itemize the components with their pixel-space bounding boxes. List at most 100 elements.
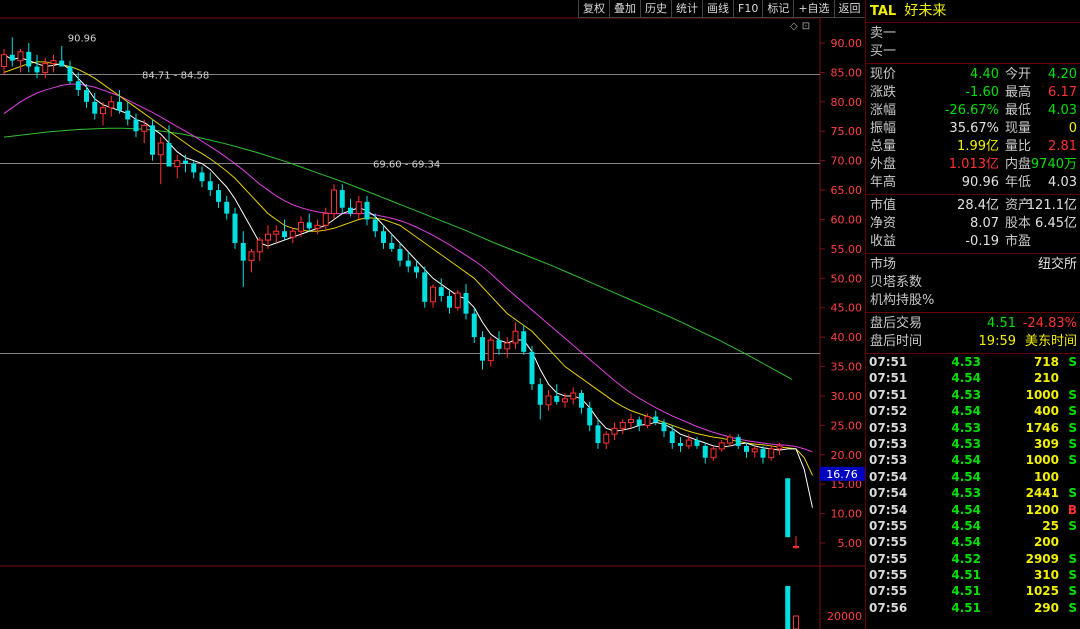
quote-row: 外盘 1.013亿 内盘 9740万 [866, 156, 1080, 174]
toolbar-overlay-button[interactable]: 叠加 [609, 0, 640, 18]
afterhours-label: 盘后交易 [870, 316, 923, 331]
candle-body [405, 260, 411, 267]
quote-label: 涨幅 [870, 103, 897, 118]
toolbar-history-button[interactable]: 历史 [640, 0, 671, 18]
chart-canvas[interactable]: 90.00 85.00 80.00 75.00 70.00 65.00 60.00 55.00… [0, 0, 865, 629]
diamond-icon[interactable]: ◇ [790, 21, 798, 32]
tick-row: 07:54 4.54 100 [866, 469, 1080, 485]
tick-side: S [1068, 355, 1077, 369]
candle-body [636, 419, 642, 426]
y-tick-label: 45.00 [831, 302, 863, 315]
fund-value: -0.19 [965, 234, 999, 249]
tick-volume: 2909 [1025, 551, 1059, 566]
candle-body [768, 448, 775, 459]
candle-body [562, 398, 568, 403]
candle-body [702, 445, 708, 458]
candlestick-chart[interactable]: 90.00 85.00 80.00 75.00 70.00 65.00 60.00 55.00… [0, 0, 865, 629]
tick-volume: 310 [1033, 568, 1059, 583]
afterhours-price: 4.51 [987, 316, 1016, 331]
tick-row: 07:54 4.54 1200 B [866, 502, 1080, 518]
tick-volume: 718 [1033, 355, 1059, 369]
expand-icon[interactable]: ⊡ [802, 21, 810, 32]
tick-row: 07:52 4.54 400 S [866, 403, 1080, 419]
tick-list[interactable]: 07:51 4.53 718 S 07:51 4.54 210 07:51 4.53 1000 S 0… [866, 354, 1080, 616]
y-tick-label: 70.00 [831, 155, 863, 168]
candle-body [273, 230, 280, 235]
toolbar-add-watchlist-button[interactable]: +自选 [793, 0, 834, 18]
tick-side: S [1068, 387, 1077, 402]
candle-body [248, 251, 255, 262]
quote-row: 涨幅 -26.67% 最低 4.03 [866, 102, 1080, 120]
toolbar-mark-button[interactable]: 标记 [762, 0, 794, 18]
candle-body [603, 433, 610, 444]
market-section: 市场 纽交所 贝塔系数 机构持股% [866, 254, 1080, 313]
tick-volume: 1000 [1025, 453, 1059, 468]
quote-label: 现价 [870, 67, 897, 82]
toolbar-f10-button[interactable]: F10 [733, 0, 763, 18]
fund-label: 市盈 [1005, 234, 1032, 249]
candle-body [166, 143, 172, 167]
fundamental-row: 市值 28.4亿 资产 121.1亿 [866, 197, 1080, 215]
y-tick-label: 65.00 [831, 184, 863, 197]
fund-value: 121.1亿 [1026, 198, 1077, 213]
fundamental-row: 净资 8.07 股本 6.45亿 [866, 215, 1080, 233]
toolbar-restore-rights-button[interactable]: 复权 [578, 0, 609, 18]
y-tick-label: 20.00 [831, 449, 863, 462]
tick-volume: 210 [1033, 371, 1059, 386]
tick-price: 4.53 [951, 486, 981, 501]
candle-body [718, 442, 725, 450]
tick-time: 07:51 [869, 371, 908, 386]
tick-side: S [1068, 600, 1077, 615]
toolbar-back-button[interactable]: 返回 [833, 0, 865, 18]
candle-body [9, 54, 15, 61]
toolbar-stats-button[interactable]: 统计 [671, 0, 702, 18]
tick-volume: 200 [1033, 535, 1059, 550]
candle-body [216, 190, 221, 202]
candle-body [75, 81, 81, 91]
candle-body [232, 213, 238, 243]
volume-bar [785, 586, 791, 629]
candle-body [92, 101, 98, 114]
candle-body [628, 418, 634, 423]
afterhours-pct: -24.83% [1022, 316, 1077, 331]
candle-body [224, 201, 230, 214]
tick-side: S [1068, 436, 1077, 451]
candle-body [364, 201, 370, 220]
tick-time: 07:55 [869, 551, 908, 566]
beta-label: 贝塔系数 [870, 275, 923, 290]
candle-body [537, 384, 543, 405]
quote-row: 年高 90.96 年低 4.03 [866, 174, 1080, 192]
tick-price: 4.51 [951, 568, 981, 583]
tick-row: 07:53 4.53 309 S [866, 436, 1080, 452]
tick-side: S [1068, 568, 1077, 583]
candle-body [1, 54, 7, 68]
candle-body [545, 395, 552, 406]
tick-price: 4.54 [951, 518, 981, 533]
candle-body [669, 431, 675, 443]
candle-body [339, 190, 345, 208]
fundamentals-section: 市值 28.4亿 资产 121.1亿 净资 8.07 股本 6.45亿 收益 -0.19 市盈 [866, 195, 1080, 254]
candle-body [306, 222, 312, 229]
buy1-label: 买一 [870, 44, 897, 59]
candle-body [348, 207, 353, 214]
quote-value: 1.013亿 [948, 157, 999, 172]
y-tick-label: 5.00 [838, 537, 863, 550]
candle-body [751, 448, 758, 453]
tick-row: 07:51 4.53 718 S [866, 354, 1080, 370]
tick-price: 4.54 [951, 404, 981, 419]
quote-value: 6.17 [1048, 85, 1077, 100]
candle-body [381, 231, 386, 243]
candle-body [389, 243, 395, 249]
tick-time: 07:55 [869, 568, 908, 583]
candle-body [579, 393, 584, 408]
candle-body [199, 172, 205, 182]
tick-volume: 290 [1033, 600, 1059, 615]
tick-price: 4.54 [951, 371, 981, 386]
toolbar-draw-line-button[interactable]: 画线 [702, 0, 733, 18]
tick-volume: 400 [1033, 404, 1059, 419]
candle-body [207, 181, 213, 191]
tick-price: 4.52 [951, 551, 981, 566]
candle-body [487, 339, 494, 362]
quote-value: 4.20 [1048, 67, 1077, 82]
candle-body [760, 448, 766, 458]
